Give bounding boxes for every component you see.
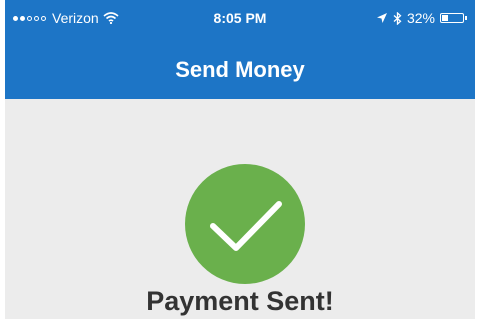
battery-body <box>440 13 464 23</box>
confirmation-panel: Payment Sent! <box>5 99 475 319</box>
bluetooth-icon <box>393 11 402 25</box>
payment-status-text: Payment Sent! <box>146 286 334 316</box>
battery-tip <box>465 16 467 20</box>
app-header: Verizon 8:05 PM 32% Send Money <box>5 0 475 99</box>
location-arrow-icon <box>376 13 387 23</box>
battery-icon <box>440 13 467 23</box>
page-title: Send Money <box>175 57 305 82</box>
checkmark-icon <box>185 164 305 284</box>
status-right: 32% <box>376 10 467 26</box>
app-screen: Verizon 8:05 PM 32% Send Money Payment S… <box>5 0 475 319</box>
status-bar: Verizon 8:05 PM 32% <box>5 0 475 42</box>
battery-percent: 32% <box>406 10 435 26</box>
battery-fill <box>442 15 449 21</box>
